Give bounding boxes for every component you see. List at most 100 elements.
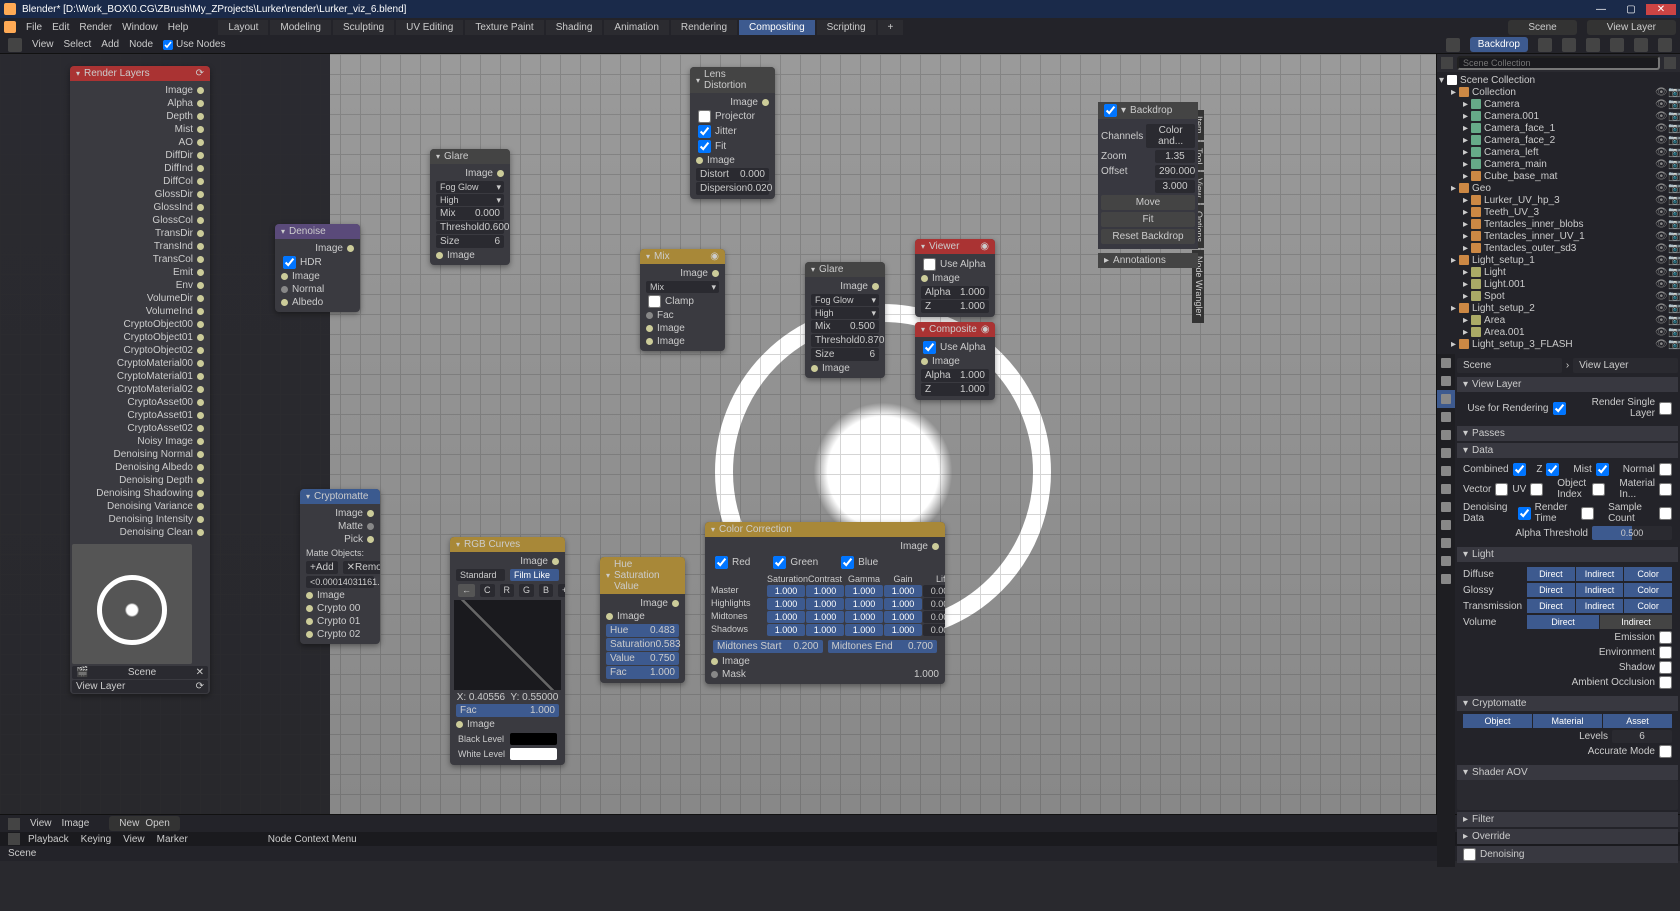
tab-constraint[interactable]: [1437, 516, 1455, 534]
output-socket[interactable]: CryptoObject01: [74, 331, 206, 344]
crypto-asset-btn[interactable]: Asset: [1603, 714, 1672, 728]
render-single-check[interactable]: [1659, 402, 1672, 415]
output-socket[interactable]: TransDir: [74, 227, 206, 240]
channel-n-icon[interactable]: [1562, 38, 1576, 52]
output-socket[interactable]: VolumeInd: [74, 305, 206, 318]
section-cryptomatte[interactable]: ▾Cryptomatte: [1457, 696, 1678, 711]
val-field[interactable]: Value0.750: [606, 652, 679, 665]
outliner-row[interactable]: ▸Camera👁📷: [1439, 98, 1678, 110]
view-menu[interactable]: View: [123, 834, 145, 845]
close-button[interactable]: ✕: [1646, 4, 1676, 15]
add-button[interactable]: +Add: [306, 561, 338, 574]
backdrop-header[interactable]: ▾Backdrop: [1098, 102, 1198, 119]
tab-render[interactable]: [1437, 354, 1455, 372]
cc-value[interactable]: 1.000: [884, 611, 922, 623]
tab-modifier[interactable]: [1437, 462, 1455, 480]
light-btn[interactable]: Color: [1624, 567, 1672, 581]
channel-g-icon[interactable]: [1610, 38, 1624, 52]
preview-icon[interactable]: ◉: [981, 324, 990, 335]
cc-value[interactable]: 1.000: [884, 585, 922, 597]
light-btn[interactable]: Direct: [1527, 583, 1575, 597]
cc-value[interactable]: 1.000: [767, 598, 805, 610]
output-socket[interactable]: VolumeDir: [74, 292, 206, 305]
cc-value[interactable]: 0.000: [923, 585, 945, 597]
output-socket[interactable]: GlossDir: [74, 188, 206, 201]
outliner-row[interactable]: ▸Camera_face_1👁📷: [1439, 122, 1678, 134]
cc-value[interactable]: 1.000: [767, 611, 805, 623]
tb-select[interactable]: Select: [64, 39, 92, 50]
ck[interactable]: [1518, 507, 1531, 520]
section-shaderaov[interactable]: ▾Shader AOV: [1457, 765, 1678, 780]
offset-y-field[interactable]: 3.000: [1155, 180, 1195, 193]
output-socket[interactable]: Denoising Variance: [74, 500, 206, 513]
white-level-swatch[interactable]: [510, 748, 558, 760]
tab-texpaint[interactable]: Texture Paint: [465, 20, 543, 35]
output-socket[interactable]: Mist: [74, 123, 206, 136]
crypto-object-btn[interactable]: Object: [1463, 714, 1532, 728]
menu-file[interactable]: File: [26, 22, 42, 33]
section-denoising[interactable]: Denoising: [1457, 846, 1678, 863]
ck[interactable]: [1530, 483, 1543, 496]
outliner-row[interactable]: ▸Geo👁📷: [1439, 182, 1678, 194]
move-button[interactable]: Move: [1101, 195, 1195, 210]
channel-v-icon[interactable]: [1538, 38, 1552, 52]
tab-modeling[interactable]: Modeling: [270, 20, 331, 35]
output-socket[interactable]: CryptoMaterial00: [74, 357, 206, 370]
cc-value[interactable]: 1.000: [845, 624, 883, 636]
image-menu[interactable]: Image: [62, 818, 90, 829]
cc-value[interactable]: 0.000: [923, 624, 945, 636]
outliner-row[interactable]: ▸Camera_main👁📷: [1439, 158, 1678, 170]
marker-menu[interactable]: Marker: [157, 834, 188, 845]
ck[interactable]: [1513, 463, 1526, 476]
tab-output[interactable]: [1437, 372, 1455, 390]
tab-scene[interactable]: [1437, 408, 1455, 426]
remove-button[interactable]: ✕Remo...: [343, 561, 380, 574]
alpha-field[interactable]: Alpha1.000: [921, 286, 989, 299]
output-socket[interactable]: CryptoAsset02: [74, 422, 206, 435]
output-socket[interactable]: TransInd: [74, 240, 206, 253]
menu-help[interactable]: Help: [168, 22, 189, 33]
distort-field[interactable]: Distort0.000: [696, 168, 769, 181]
node-editor-canvas[interactable]: ▾Render Layers⟳ ImageAlphaDepthMistAODif…: [0, 54, 1436, 814]
jitter-check[interactable]: Jitter: [694, 124, 771, 139]
ck[interactable]: [1495, 483, 1508, 496]
ck[interactable]: [1659, 631, 1672, 644]
channel-r-icon[interactable]: [1586, 38, 1600, 52]
keying-menu[interactable]: Keying: [81, 834, 112, 845]
node-glare-1[interactable]: ▾Glare Image Fog Glow High Mix0.000 Thre…: [430, 149, 510, 265]
cc-value[interactable]: 1.000: [767, 585, 805, 597]
output-socket[interactable]: Emit: [74, 266, 206, 279]
matte-id[interactable]: <0.00014031161...: [306, 576, 374, 588]
filmlike-btn[interactable]: Film Like: [510, 569, 559, 581]
preview-icon[interactable]: ◉: [980, 241, 989, 252]
fit-button[interactable]: Fit: [1101, 212, 1195, 227]
section-override[interactable]: ▸Override: [1457, 829, 1678, 844]
tab-scripting[interactable]: Scripting: [817, 20, 876, 35]
tab-physics[interactable]: [1437, 498, 1455, 516]
light-btn[interactable]: Indirect: [1576, 599, 1624, 613]
offset-x-field[interactable]: 290.000: [1155, 165, 1195, 178]
ck[interactable]: [1659, 661, 1672, 674]
cc-value[interactable]: 1.000: [806, 598, 844, 610]
output-socket[interactable]: Noisy Image: [74, 435, 206, 448]
outliner-row[interactable]: ▸Light.001👁📷: [1439, 278, 1678, 290]
outliner-row[interactable]: ▸Tentacles_inner_UV_1👁📷: [1439, 230, 1678, 242]
output-socket[interactable]: CryptoObject02: [74, 344, 206, 357]
fac-field[interactable]: Fac1.000: [606, 666, 679, 679]
tab-uv[interactable]: UV Editing: [396, 20, 463, 35]
outliner-row[interactable]: ▸Light_setup_3_FLASH👁📷: [1439, 338, 1678, 350]
alpha-field[interactable]: Alpha1.000: [921, 369, 989, 382]
mix-field[interactable]: Mix0.500: [811, 320, 879, 333]
hue-field[interactable]: Hue0.483: [606, 624, 679, 637]
tb-node[interactable]: Node: [129, 39, 153, 50]
output-socket[interactable]: DiffDir: [74, 149, 206, 162]
ck[interactable]: [1659, 646, 1672, 659]
annotations-header[interactable]: ▸Annotations: [1098, 253, 1198, 268]
output-socket[interactable]: CryptoAsset01: [74, 409, 206, 422]
light-btn[interactable]: Direct: [1527, 615, 1599, 629]
playback-menu[interactable]: Playback: [28, 834, 69, 845]
cc-value[interactable]: 1.000: [884, 598, 922, 610]
glare-quality[interactable]: High: [436, 194, 504, 206]
output-socket[interactable]: Denoising Depth: [74, 474, 206, 487]
ck[interactable]: [1659, 483, 1672, 496]
